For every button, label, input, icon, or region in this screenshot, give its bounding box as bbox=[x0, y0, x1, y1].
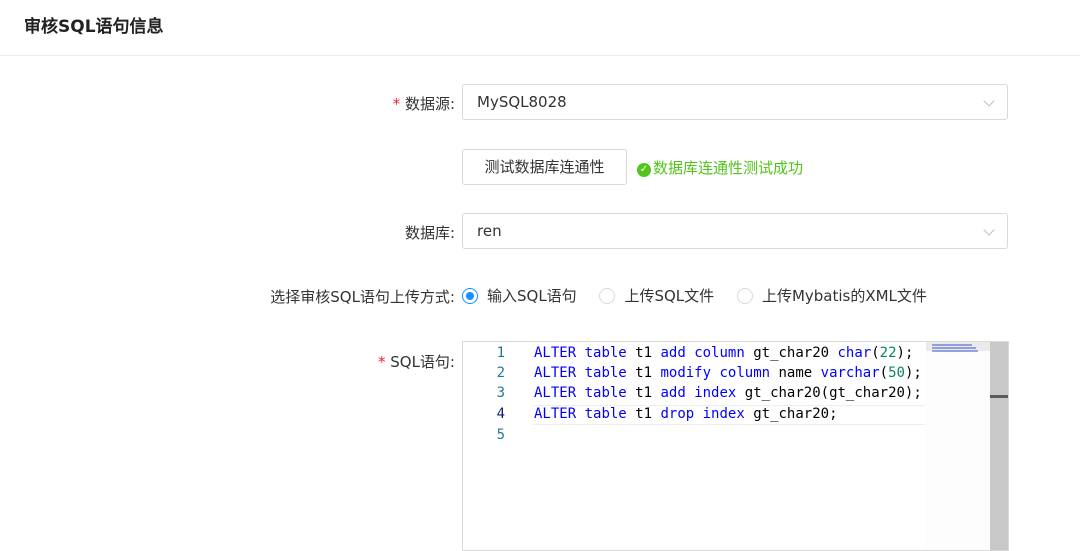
page-header: 审核SQL语句信息 bbox=[0, 0, 1080, 56]
radio-unchecked-icon[interactable] bbox=[599, 288, 616, 304]
sql-label: * SQL语句: bbox=[377, 351, 455, 372]
code-line[interactable]: ALTER table t1 modify column name varcha… bbox=[534, 365, 922, 381]
datasource-select[interactable]: MySQL8028 bbox=[462, 84, 1008, 120]
radio-upload-mybatis-xml[interactable]: 上传Mybatis的XML文件 bbox=[736, 285, 927, 306]
minimap-line bbox=[932, 347, 976, 349]
datasource-label-text: 数据源: bbox=[404, 95, 455, 113]
upload-mode-label: 选择审核SQL语句上传方式: bbox=[270, 288, 455, 306]
radio-label: 上传SQL文件 bbox=[624, 287, 715, 305]
radio-upload-sql-file[interactable]: 上传SQL文件 bbox=[599, 285, 714, 306]
chevron-down-icon bbox=[983, 224, 995, 236]
scrollbar-thumb[interactable] bbox=[990, 395, 1008, 398]
line-number-gutter: 1 2 3 4 5 bbox=[463, 342, 519, 550]
database-label: 数据库: bbox=[404, 224, 455, 242]
line-number: 1 bbox=[496, 345, 505, 361]
required-mark: * bbox=[391, 95, 401, 113]
upload-mode-radio-group: 输入SQL语句 上传SQL文件 上传Mybatis的XML文件 bbox=[462, 285, 945, 306]
code-line[interactable]: ALTER table t1 add column gt_char20 char… bbox=[534, 345, 913, 361]
datasource-value: MySQL8028 bbox=[477, 93, 567, 111]
chevron-down-icon bbox=[983, 95, 995, 107]
database-value: ren bbox=[477, 222, 502, 240]
line-number: 3 bbox=[496, 385, 505, 401]
line-number: 5 bbox=[496, 427, 505, 443]
radio-input-sql[interactable]: 输入SQL语句 bbox=[462, 285, 577, 306]
check-circle-icon: ✓ bbox=[637, 163, 651, 177]
code-line[interactable]: ALTER table t1 add index gt_char20(gt_ch… bbox=[534, 385, 922, 401]
connection-status-text: 数据库连通性测试成功 bbox=[653, 159, 804, 177]
sql-editor[interactable]: 1 2 3 4 5 ALTER table t1 add column gt_c… bbox=[462, 341, 1009, 551]
sql-label-text: SQL语句: bbox=[390, 353, 455, 371]
radio-label: 上传Mybatis的XML文件 bbox=[761, 287, 927, 305]
database-select[interactable]: ren bbox=[462, 213, 1008, 249]
page-title: 审核SQL语句信息 bbox=[24, 17, 164, 37]
minimap-line bbox=[932, 350, 978, 352]
line-number-active: 4 bbox=[496, 406, 505, 422]
line-number: 2 bbox=[496, 365, 505, 381]
radio-checked-icon[interactable] bbox=[462, 288, 478, 304]
minimap-line bbox=[932, 344, 972, 346]
radio-unchecked-icon[interactable] bbox=[736, 288, 753, 304]
editor-minimap[interactable] bbox=[926, 342, 990, 550]
datasource-label: * 数据源: bbox=[392, 93, 455, 114]
code-line[interactable]: ALTER table t1 drop index gt_char20; bbox=[534, 406, 838, 422]
connection-status: ✓ 数据库连通性测试成功 bbox=[637, 157, 803, 178]
test-connection-button[interactable]: 测试数据库连通性 bbox=[462, 149, 627, 185]
radio-label: 输入SQL语句 bbox=[487, 287, 577, 305]
editor-scrollbar[interactable] bbox=[990, 342, 1008, 550]
required-mark: * bbox=[377, 353, 387, 371]
